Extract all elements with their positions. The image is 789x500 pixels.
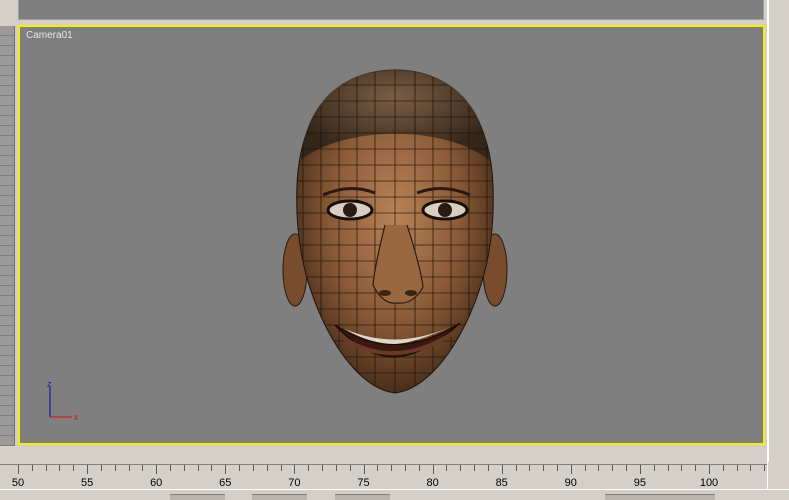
bottom-slot-4[interactable] [605,494,715,500]
ruler-tick [280,465,282,471]
bottom-slot-2[interactable] [252,494,307,500]
ruler-tick [377,465,379,471]
ruler-tick [45,465,47,471]
ruler-tick [446,465,448,471]
ruler-label: 75 [357,477,370,489]
ruler-tick [598,465,600,471]
ruler-tick [474,465,476,471]
ruler-tick [225,465,227,474]
ruler-tick [31,465,33,471]
viewport-label[interactable]: Camera01 [26,30,73,41]
ruler-tick [59,465,61,471]
ruler-tick [170,465,172,471]
ruler-tick [391,465,393,471]
ruler-tick [183,465,185,471]
nostril-right [405,290,417,296]
ruler-tick [501,465,503,474]
ruler-tick [114,465,116,471]
head-mesh-model[interactable] [265,65,525,425]
ruler-tick [529,465,531,471]
x-axis-label: x [74,412,79,422]
ruler-tick [87,465,89,474]
ruler-tick [612,465,614,471]
bottom-slot-3[interactable] [335,494,390,500]
ruler-label: 90 [564,477,577,489]
ruler-tick [239,465,241,471]
nostril-left [379,290,391,296]
left-panel-top [0,0,14,20]
ruler-tick [639,465,641,474]
ruler-tick [335,465,337,471]
ruler-label: 50 [11,477,25,489]
ruler-tick [349,465,351,471]
ruler-tick [667,465,669,471]
ruler-tick [404,465,406,471]
ruler-tick [197,465,199,471]
ruler-tick [18,465,19,474]
ruler-tick [211,465,213,471]
right-command-panel[interactable] [767,0,789,498]
ruler-tick [252,465,254,471]
ruler-tick [764,465,766,471]
ruler-tick [128,465,130,471]
ruler-tick [736,465,738,471]
ruler-label: 70 [288,477,301,489]
ruler-tick [156,465,158,474]
ruler-label: 80 [426,477,439,489]
time-ruler[interactable]: 50 55 60 65 70 75 80 85 90 95 100 [0,464,767,489]
ruler-tick [695,465,697,471]
left-iris [343,203,357,217]
bottom-slot-1[interactable] [170,494,225,500]
ruler-tick [266,465,268,471]
ruler-label: 60 [150,477,163,489]
ruler-label: 95 [633,477,647,489]
ruler-tick [73,465,75,471]
ruler-tick [363,465,365,474]
panel-divider [767,0,769,462]
ruler-tick [308,465,310,471]
ruler-tick [653,465,655,471]
ruler-tick [584,465,586,471]
right-iris [438,203,452,217]
ruler-tick [432,465,434,474]
ruler-tick [487,465,489,471]
ruler-tick [100,465,102,471]
ruler-tick [460,465,462,471]
ruler-tick [626,465,628,471]
ruler-tick [681,465,683,471]
axis-gizmo: z x [47,379,79,422]
ruler-label: 85 [495,477,508,489]
ruler-label: 65 [219,477,232,489]
ruler-tick [556,465,558,471]
ruler-tick [322,465,324,471]
ruler-tick [709,465,710,474]
top-viewport[interactable] [18,0,764,20]
ruler-tick [294,465,296,474]
ruler-tick [570,465,572,474]
ruler-tick [515,465,517,471]
ruler-label: 100 [699,477,719,489]
z-axis-label: z [47,379,52,389]
left-scroll-strip[interactable] [0,26,15,446]
ruler-tick [142,465,144,471]
camera-viewport[interactable]: Camera01 z x [18,25,765,445]
ruler-label: 55 [80,477,94,489]
ruler-tick [543,465,545,471]
ruler-tick [750,465,752,471]
ruler-tick [418,465,420,471]
ruler-tick [722,465,724,471]
